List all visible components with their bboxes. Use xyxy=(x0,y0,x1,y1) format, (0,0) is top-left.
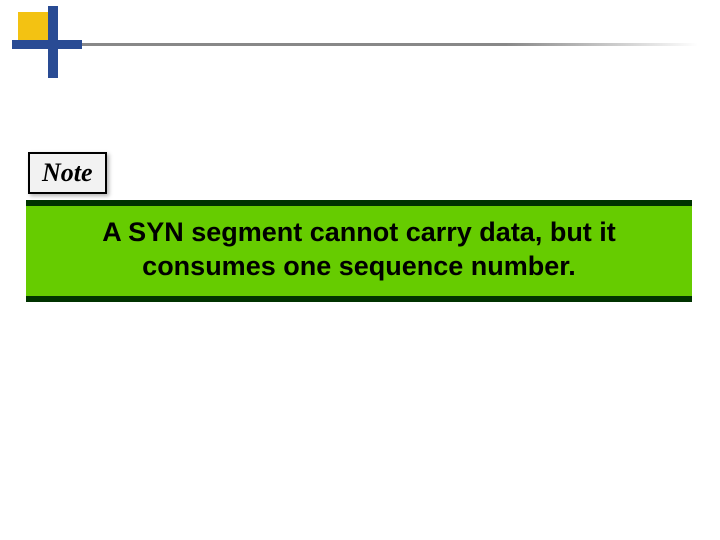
note-banner-text: A SYN segment cannot carry data, but it … xyxy=(44,216,674,284)
slide-header-decoration xyxy=(0,0,720,100)
note-label: Note xyxy=(42,158,93,187)
blue-horizontal-bar-icon xyxy=(12,40,82,49)
horizontal-rule xyxy=(58,43,698,46)
note-banner: A SYN segment cannot carry data, but it … xyxy=(26,200,692,302)
note-label-box: Note xyxy=(28,152,107,194)
